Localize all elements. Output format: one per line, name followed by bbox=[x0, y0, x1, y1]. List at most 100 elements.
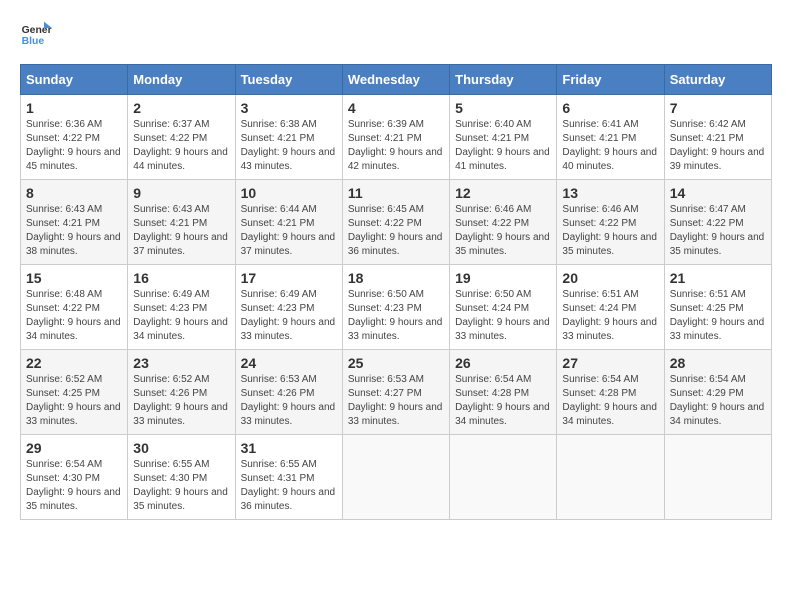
calendar-cell: 8 Sunrise: 6:43 AM Sunset: 4:21 PM Dayli… bbox=[21, 180, 128, 265]
day-number: 3 bbox=[241, 100, 337, 116]
day-of-week-header: Sunday bbox=[21, 65, 128, 95]
day-number: 16 bbox=[133, 270, 229, 286]
day-detail: Sunrise: 6:40 AM Sunset: 4:21 PM Dayligh… bbox=[455, 118, 551, 174]
calendar-cell: 23 Sunrise: 6:52 AM Sunset: 4:26 PM Dayl… bbox=[128, 350, 235, 435]
day-detail: Sunrise: 6:54 AM Sunset: 4:28 PM Dayligh… bbox=[562, 373, 658, 429]
day-detail: Sunrise: 6:46 AM Sunset: 4:22 PM Dayligh… bbox=[455, 203, 551, 259]
calendar-cell: 24 Sunrise: 6:53 AM Sunset: 4:26 PM Dayl… bbox=[235, 350, 342, 435]
day-number: 18 bbox=[348, 270, 444, 286]
svg-text:Blue: Blue bbox=[22, 36, 45, 47]
logo-icon: General Blue bbox=[20, 20, 52, 48]
day-detail: Sunrise: 6:43 AM Sunset: 4:21 PM Dayligh… bbox=[26, 203, 122, 259]
day-of-week-header: Friday bbox=[557, 65, 664, 95]
day-detail: Sunrise: 6:45 AM Sunset: 4:22 PM Dayligh… bbox=[348, 203, 444, 259]
day-number: 25 bbox=[348, 355, 444, 371]
calendar-cell: 12 Sunrise: 6:46 AM Sunset: 4:22 PM Dayl… bbox=[450, 180, 557, 265]
day-detail: Sunrise: 6:36 AM Sunset: 4:22 PM Dayligh… bbox=[26, 118, 122, 174]
logo: General Blue bbox=[20, 20, 52, 48]
day-number: 29 bbox=[26, 440, 122, 456]
day-detail: Sunrise: 6:39 AM Sunset: 4:21 PM Dayligh… bbox=[348, 118, 444, 174]
calendar-cell: 5 Sunrise: 6:40 AM Sunset: 4:21 PM Dayli… bbox=[450, 95, 557, 180]
day-number: 11 bbox=[348, 185, 444, 201]
day-detail: Sunrise: 6:54 AM Sunset: 4:29 PM Dayligh… bbox=[670, 373, 766, 429]
calendar-cell bbox=[450, 435, 557, 520]
day-number: 19 bbox=[455, 270, 551, 286]
day-detail: Sunrise: 6:47 AM Sunset: 4:22 PM Dayligh… bbox=[670, 203, 766, 259]
calendar-cell: 18 Sunrise: 6:50 AM Sunset: 4:23 PM Dayl… bbox=[342, 265, 449, 350]
day-number: 6 bbox=[562, 100, 658, 116]
day-number: 8 bbox=[26, 185, 122, 201]
day-number: 26 bbox=[455, 355, 551, 371]
calendar-week-row: 15 Sunrise: 6:48 AM Sunset: 4:22 PM Dayl… bbox=[21, 265, 772, 350]
calendar-cell: 30 Sunrise: 6:55 AM Sunset: 4:30 PM Dayl… bbox=[128, 435, 235, 520]
day-number: 2 bbox=[133, 100, 229, 116]
day-of-week-header: Saturday bbox=[664, 65, 771, 95]
day-detail: Sunrise: 6:51 AM Sunset: 4:25 PM Dayligh… bbox=[670, 288, 766, 344]
calendar-cell: 2 Sunrise: 6:37 AM Sunset: 4:22 PM Dayli… bbox=[128, 95, 235, 180]
calendar-cell: 20 Sunrise: 6:51 AM Sunset: 4:24 PM Dayl… bbox=[557, 265, 664, 350]
day-detail: Sunrise: 6:51 AM Sunset: 4:24 PM Dayligh… bbox=[562, 288, 658, 344]
day-number: 24 bbox=[241, 355, 337, 371]
day-number: 17 bbox=[241, 270, 337, 286]
day-detail: Sunrise: 6:48 AM Sunset: 4:22 PM Dayligh… bbox=[26, 288, 122, 344]
day-detail: Sunrise: 6:53 AM Sunset: 4:27 PM Dayligh… bbox=[348, 373, 444, 429]
calendar-cell: 4 Sunrise: 6:39 AM Sunset: 4:21 PM Dayli… bbox=[342, 95, 449, 180]
day-of-week-header: Tuesday bbox=[235, 65, 342, 95]
day-detail: Sunrise: 6:38 AM Sunset: 4:21 PM Dayligh… bbox=[241, 118, 337, 174]
calendar-cell: 27 Sunrise: 6:54 AM Sunset: 4:28 PM Dayl… bbox=[557, 350, 664, 435]
day-number: 14 bbox=[670, 185, 766, 201]
calendar-cell: 9 Sunrise: 6:43 AM Sunset: 4:21 PM Dayli… bbox=[128, 180, 235, 265]
calendar-table: SundayMondayTuesdayWednesdayThursdayFrid… bbox=[20, 64, 772, 520]
day-detail: Sunrise: 6:41 AM Sunset: 4:21 PM Dayligh… bbox=[562, 118, 658, 174]
page-header: General Blue bbox=[20, 20, 772, 48]
calendar-cell: 19 Sunrise: 6:50 AM Sunset: 4:24 PM Dayl… bbox=[450, 265, 557, 350]
day-number: 22 bbox=[26, 355, 122, 371]
calendar-cell bbox=[342, 435, 449, 520]
calendar-week-row: 1 Sunrise: 6:36 AM Sunset: 4:22 PM Dayli… bbox=[21, 95, 772, 180]
day-detail: Sunrise: 6:50 AM Sunset: 4:23 PM Dayligh… bbox=[348, 288, 444, 344]
calendar-week-row: 8 Sunrise: 6:43 AM Sunset: 4:21 PM Dayli… bbox=[21, 180, 772, 265]
day-detail: Sunrise: 6:46 AM Sunset: 4:22 PM Dayligh… bbox=[562, 203, 658, 259]
day-of-week-header: Thursday bbox=[450, 65, 557, 95]
day-number: 9 bbox=[133, 185, 229, 201]
day-number: 30 bbox=[133, 440, 229, 456]
calendar-cell bbox=[557, 435, 664, 520]
day-number: 5 bbox=[455, 100, 551, 116]
calendar-cell: 6 Sunrise: 6:41 AM Sunset: 4:21 PM Dayli… bbox=[557, 95, 664, 180]
day-number: 4 bbox=[348, 100, 444, 116]
day-detail: Sunrise: 6:55 AM Sunset: 4:31 PM Dayligh… bbox=[241, 458, 337, 514]
day-number: 20 bbox=[562, 270, 658, 286]
day-detail: Sunrise: 6:52 AM Sunset: 4:25 PM Dayligh… bbox=[26, 373, 122, 429]
day-number: 1 bbox=[26, 100, 122, 116]
day-number: 7 bbox=[670, 100, 766, 116]
day-detail: Sunrise: 6:54 AM Sunset: 4:28 PM Dayligh… bbox=[455, 373, 551, 429]
day-detail: Sunrise: 6:49 AM Sunset: 4:23 PM Dayligh… bbox=[241, 288, 337, 344]
calendar-cell: 25 Sunrise: 6:53 AM Sunset: 4:27 PM Dayl… bbox=[342, 350, 449, 435]
calendar-cell: 1 Sunrise: 6:36 AM Sunset: 4:22 PM Dayli… bbox=[21, 95, 128, 180]
calendar-week-row: 22 Sunrise: 6:52 AM Sunset: 4:25 PM Dayl… bbox=[21, 350, 772, 435]
day-number: 15 bbox=[26, 270, 122, 286]
day-number: 28 bbox=[670, 355, 766, 371]
day-detail: Sunrise: 6:43 AM Sunset: 4:21 PM Dayligh… bbox=[133, 203, 229, 259]
day-detail: Sunrise: 6:54 AM Sunset: 4:30 PM Dayligh… bbox=[26, 458, 122, 514]
calendar-cell: 31 Sunrise: 6:55 AM Sunset: 4:31 PM Dayl… bbox=[235, 435, 342, 520]
day-of-week-header: Wednesday bbox=[342, 65, 449, 95]
day-detail: Sunrise: 6:42 AM Sunset: 4:21 PM Dayligh… bbox=[670, 118, 766, 174]
calendar-cell: 15 Sunrise: 6:48 AM Sunset: 4:22 PM Dayl… bbox=[21, 265, 128, 350]
day-of-week-header: Monday bbox=[128, 65, 235, 95]
day-number: 23 bbox=[133, 355, 229, 371]
calendar-cell: 11 Sunrise: 6:45 AM Sunset: 4:22 PM Dayl… bbox=[342, 180, 449, 265]
day-detail: Sunrise: 6:55 AM Sunset: 4:30 PM Dayligh… bbox=[133, 458, 229, 514]
day-number: 12 bbox=[455, 185, 551, 201]
calendar-cell: 21 Sunrise: 6:51 AM Sunset: 4:25 PM Dayl… bbox=[664, 265, 771, 350]
calendar-cell: 29 Sunrise: 6:54 AM Sunset: 4:30 PM Dayl… bbox=[21, 435, 128, 520]
day-number: 27 bbox=[562, 355, 658, 371]
calendar-cell: 14 Sunrise: 6:47 AM Sunset: 4:22 PM Dayl… bbox=[664, 180, 771, 265]
calendar-cell: 7 Sunrise: 6:42 AM Sunset: 4:21 PM Dayli… bbox=[664, 95, 771, 180]
calendar-cell: 13 Sunrise: 6:46 AM Sunset: 4:22 PM Dayl… bbox=[557, 180, 664, 265]
day-number: 31 bbox=[241, 440, 337, 456]
day-number: 10 bbox=[241, 185, 337, 201]
day-detail: Sunrise: 6:44 AM Sunset: 4:21 PM Dayligh… bbox=[241, 203, 337, 259]
day-number: 13 bbox=[562, 185, 658, 201]
calendar-header-row: SundayMondayTuesdayWednesdayThursdayFrid… bbox=[21, 65, 772, 95]
